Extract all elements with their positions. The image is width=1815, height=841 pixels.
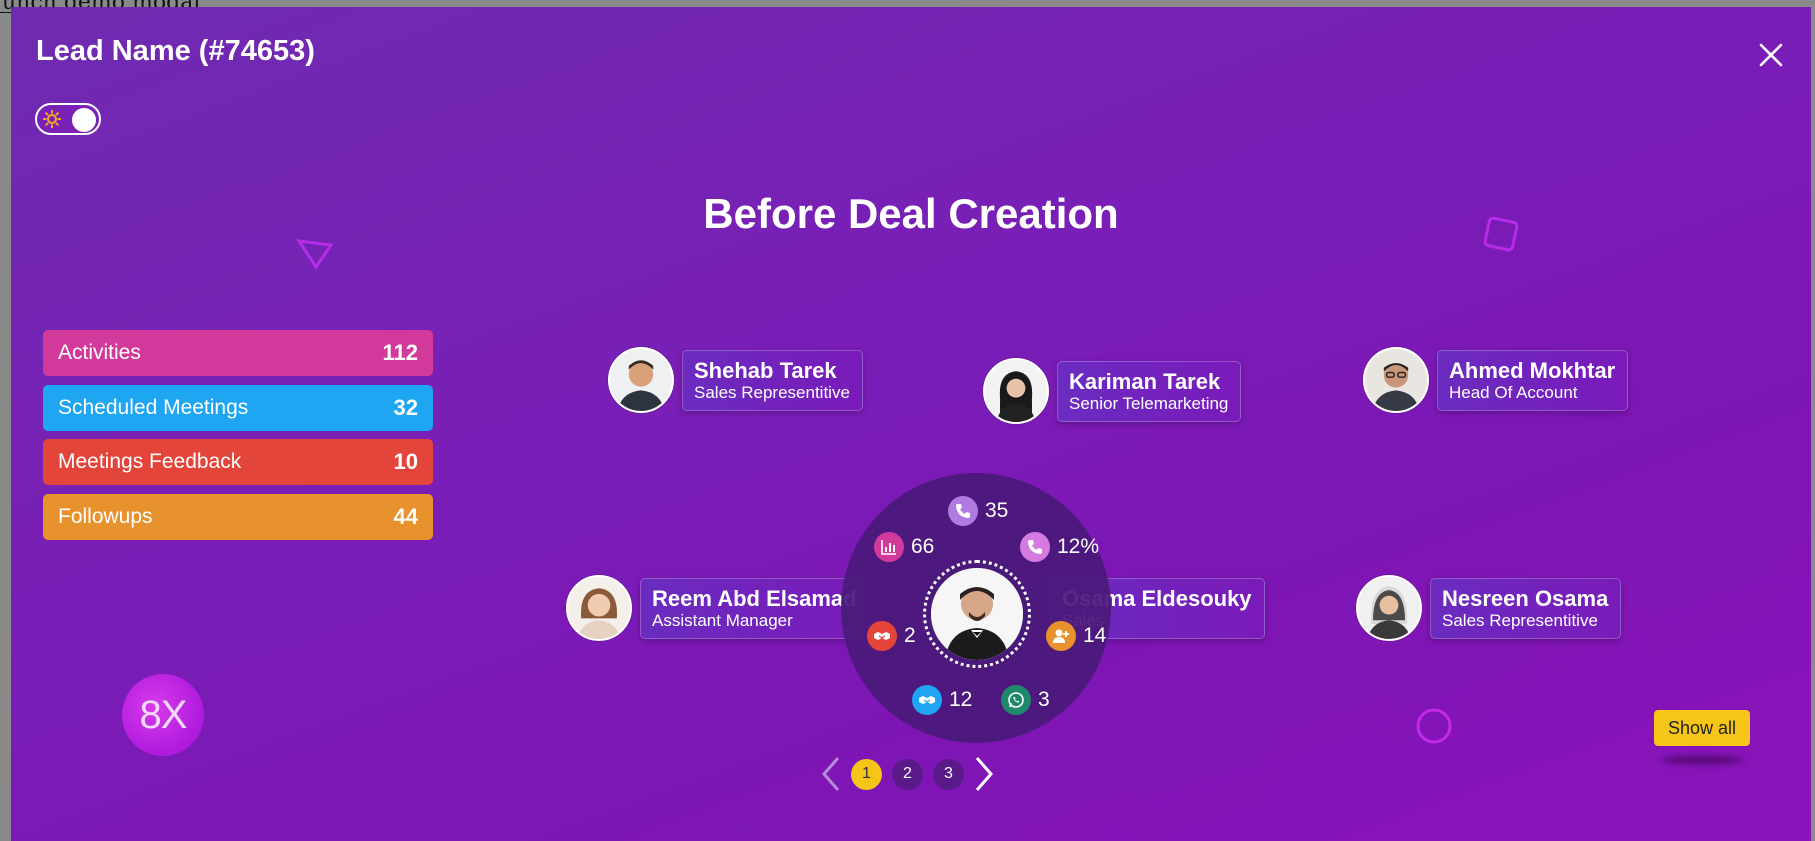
bar-chart-icon: [874, 532, 904, 562]
phone-icon: [948, 496, 978, 526]
hub-stat-whatsapp[interactable]: 3: [1001, 685, 1050, 715]
stat-row-activities[interactable]: Activities 112: [43, 330, 433, 376]
avatar: [931, 568, 1023, 660]
section-title: Before Deal Creation: [703, 190, 1119, 237]
sun-icon: [43, 110, 61, 128]
member-role: Senior Telemarketing: [1069, 393, 1229, 413]
team-member-card[interactable]: Shehab Tarek Sales Representitive: [608, 347, 863, 413]
hub-stat-value: 14: [1083, 624, 1107, 647]
activity-stats-list: Activities 112 Scheduled Meetings 32 Mee…: [43, 330, 433, 548]
triangle-decoration: [295, 239, 334, 270]
show-all-button[interactable]: Show all: [1654, 710, 1750, 746]
stat-row-followups[interactable]: Followups 44: [43, 493, 433, 540]
member-info: Kariman Tarek Senior Telemarketing: [1057, 360, 1242, 422]
circle-decoration: [1416, 708, 1452, 744]
team-member-card[interactable]: Kariman Tarek Senior Telemarketing: [983, 358, 1242, 424]
stat-count: 32: [393, 394, 418, 420]
stat-row-scheduled-meetings[interactable]: Scheduled Meetings 32: [43, 384, 433, 431]
theme-toggle[interactable]: [35, 103, 101, 135]
page-1-button[interactable]: 1: [851, 758, 882, 790]
team-member-card[interactable]: Reem Abd Elsamad Assistant Manager: [566, 575, 870, 641]
member-role: Assistant Manager: [652, 610, 793, 630]
pagination: 1 2 3: [816, 754, 999, 794]
square-decoration: [1483, 216, 1519, 252]
hub-stat-value: 12: [949, 688, 973, 711]
page-2-button[interactable]: 2: [892, 758, 923, 790]
avatar: [608, 347, 674, 413]
modal-title: Lead Name (#74653): [36, 35, 315, 67]
member-name: Kariman Tarek: [1069, 368, 1221, 394]
stat-count: 44: [393, 503, 418, 529]
member-role: Sales Representitive: [1442, 610, 1598, 630]
avatar: [566, 575, 632, 641]
hub-stat-new-contacts[interactable]: 14: [1046, 621, 1106, 651]
user-plus-icon: [1046, 621, 1076, 651]
member-name: Nesreen Osama: [1442, 585, 1609, 611]
whatsapp-icon: [1001, 685, 1031, 715]
avatar: [1356, 575, 1422, 641]
hub-stat-call-rate[interactable]: 12%: [1020, 532, 1099, 562]
member-role: Head Of Account: [1449, 382, 1578, 402]
hub-stat-value: 35: [985, 499, 1009, 522]
member-info: Ahmed Mokhtar Head Of Account: [1437, 349, 1629, 411]
show-all-shadow: [1662, 755, 1744, 765]
member-role: Sales Representitive: [694, 382, 850, 402]
hub-stat-value: 2: [904, 624, 916, 647]
chevron-left-icon[interactable]: [816, 754, 846, 794]
lead-owner-avatar[interactable]: [923, 560, 1031, 668]
stat-label: Followups: [58, 504, 153, 528]
hub-stat-value: 12%: [1057, 535, 1100, 558]
stat-count: 10: [393, 449, 418, 474]
team-member-card[interactable]: Ahmed Mokhtar Head Of Account: [1363, 347, 1629, 413]
handshake-icon: [867, 621, 897, 651]
member-info: Shehab Tarek Sales Representitive: [682, 349, 863, 411]
hub-stat-deals[interactable]: 2: [867, 621, 916, 651]
stat-row-meetings-feedback[interactable]: Meetings Feedback 10: [43, 439, 433, 485]
stat-count: 112: [382, 340, 419, 365]
hub-stat-value: 3: [1038, 688, 1050, 711]
avatar: [1363, 347, 1429, 413]
phone-icon: [1020, 532, 1050, 562]
hub-stat-activities[interactable]: 66: [874, 532, 934, 562]
page-3-button[interactable]: 3: [933, 758, 964, 790]
member-name: Shehab Tarek: [694, 357, 837, 383]
toggle-knob: [72, 107, 96, 132]
stat-label: Scheduled Meetings: [58, 395, 249, 419]
close-icon: [1759, 43, 1783, 67]
hub-stat-value: 66: [911, 535, 935, 558]
handshake-icon: [912, 685, 942, 715]
team-member-card[interactable]: Nesreen Osama Sales Representitive: [1356, 575, 1622, 641]
close-button[interactable]: [1753, 37, 1789, 73]
hub-stat-calls[interactable]: 35: [948, 496, 1008, 526]
8x-logo: 8X: [122, 674, 204, 756]
member-info: Reem Abd Elsamad Assistant Manager: [640, 577, 870, 639]
member-name: Reem Abd Elsamad: [652, 585, 857, 611]
avatar: [983, 358, 1049, 424]
stat-label: Activities: [58, 341, 141, 364]
hub-stat-meetings[interactable]: 12: [912, 685, 972, 715]
member-name: Ahmed Mokhtar: [1449, 357, 1616, 383]
lead-modal: Lead Name (#74653) Before Deal Creation …: [11, 7, 1811, 841]
stat-label: Meetings Feedback: [58, 450, 242, 473]
chevron-right-icon[interactable]: [969, 754, 999, 794]
member-info: Nesreen Osama Sales Representitive: [1430, 577, 1622, 639]
